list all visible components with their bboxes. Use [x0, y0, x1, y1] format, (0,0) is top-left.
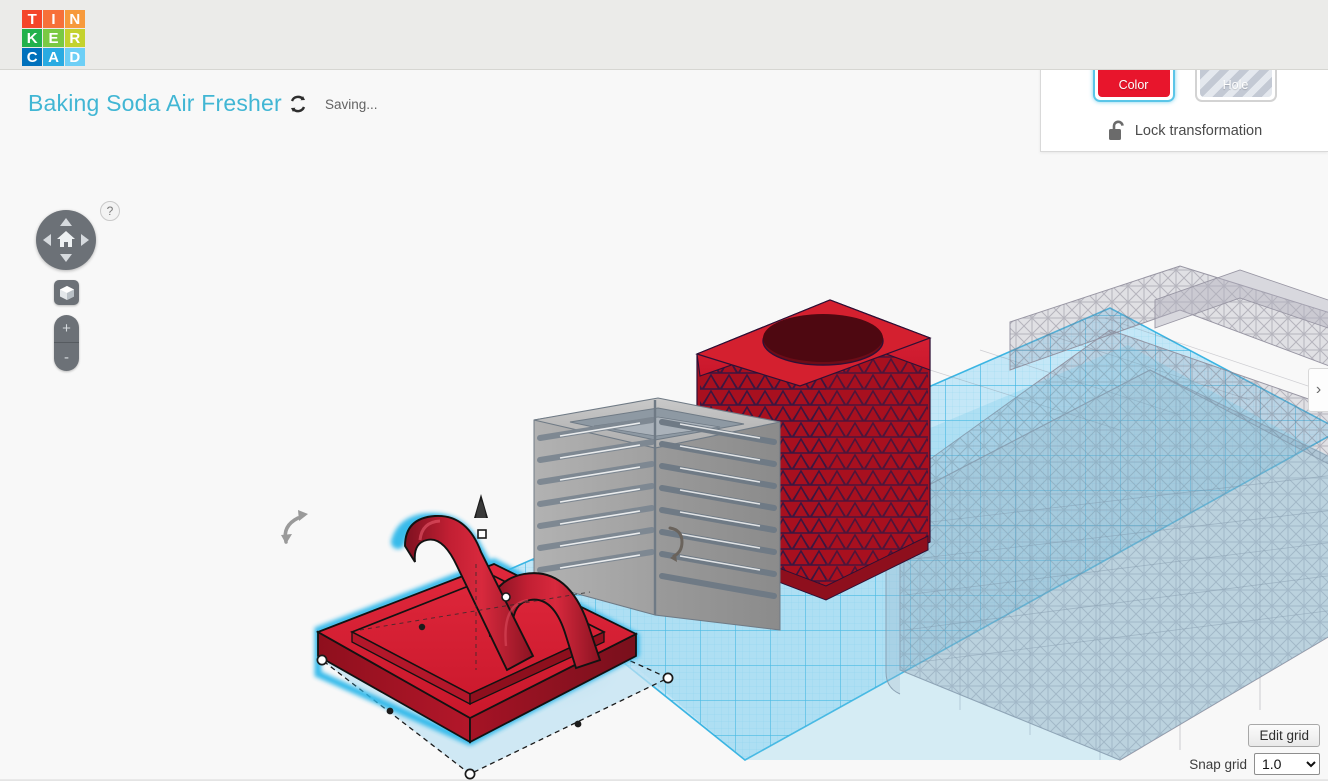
top-header-bar	[0, 0, 1328, 70]
handle-corner-e	[662, 672, 674, 684]
view-arrow-down-icon[interactable]	[60, 254, 72, 262]
extrude-up-arrow[interactable]	[474, 494, 488, 518]
logo-tile-i: I	[43, 10, 64, 28]
3d-scene[interactable]	[0, 70, 1328, 781]
center-dot	[418, 623, 426, 631]
view-arrow-left-icon[interactable]	[43, 234, 51, 246]
logo-tile-t: T	[22, 10, 43, 28]
project-title[interactable]: Baking Soda Air Fresher	[28, 90, 282, 117]
edit-grid-button[interactable]: Edit grid	[1248, 724, 1320, 747]
snap-grid-row: Snap grid 0.10.250.51.02.05.010.0	[1189, 753, 1320, 775]
view-arrow-right-icon[interactable]	[81, 234, 89, 246]
grid-controls: Edit grid Snap grid 0.10.250.51.02.05.01…	[1189, 724, 1320, 775]
logo-tile-n: N	[64, 10, 85, 28]
unlocked-padlock-icon	[1108, 120, 1124, 140]
hole-swatch-label: Hole	[1222, 78, 1249, 92]
lock-transformation-row[interactable]: Lock transformation	[1041, 120, 1328, 141]
tinkercad-logo[interactable]: TIN KER CAD	[22, 10, 85, 66]
view-arrow-up-icon[interactable]	[60, 218, 72, 226]
view-help-button[interactable]: ?	[100, 201, 120, 221]
3d-canvas[interactable]: Baking Soda Air Fresher Saving... ? + - …	[0, 70, 1328, 781]
lock-transformation-label: Lock transformation	[1134, 122, 1263, 139]
handle-corner-s	[464, 768, 476, 780]
logo-tile-e: E	[43, 29, 64, 47]
view-help-label: ?	[106, 204, 114, 218]
zoom-in-button[interactable]: +	[54, 315, 79, 343]
save-status: Saving...	[325, 97, 378, 112]
zoom-out-button[interactable]: -	[54, 343, 79, 371]
snap-grid-select[interactable]: 0.10.250.51.02.05.010.0	[1254, 753, 1320, 775]
chevron-right-icon[interactable]: ›	[1308, 368, 1328, 412]
handle-corner-w	[316, 654, 328, 666]
panel-expand-glyph: ›	[1315, 381, 1322, 398]
handle-edge-sw	[386, 707, 394, 715]
tinkercad-app: Baking Soda Air Fresher Saving... ? + - …	[0, 0, 1328, 781]
logo-tile-a: A	[43, 48, 64, 66]
snap-grid-label: Snap grid	[1189, 756, 1247, 772]
color-swatch-label: Color	[1118, 78, 1149, 92]
handle-mid	[501, 592, 511, 602]
fit-to-view-button[interactable]	[54, 280, 79, 305]
view-navigation-pad[interactable]	[36, 210, 96, 270]
fit-to-view-cube-icon	[59, 285, 74, 300]
sync-icon[interactable]	[288, 94, 308, 114]
logo-tile-r: R	[64, 29, 85, 47]
logo-tile-k: K	[22, 29, 43, 47]
handle-height-top	[477, 529, 487, 539]
handle-edge-se	[574, 720, 582, 728]
zoom-controls[interactable]: + -	[54, 315, 79, 371]
logo-tile-d: D	[64, 48, 85, 66]
logo-tile-c: C	[22, 48, 43, 66]
home-icon[interactable]	[55, 228, 77, 250]
